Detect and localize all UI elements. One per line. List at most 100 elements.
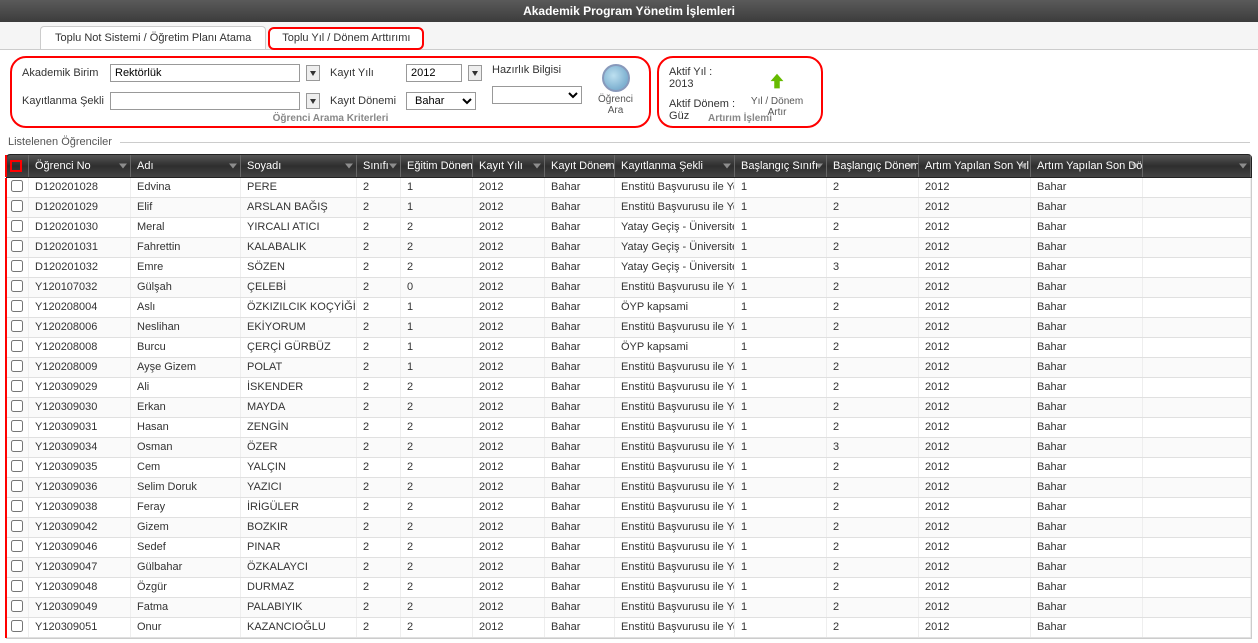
row-checkbox[interactable] (7, 258, 29, 277)
table-row[interactable]: Y120309036Selim DorukYAZICI222012BaharEn… (7, 478, 1251, 498)
cell-kayit-yili: 2012 (473, 398, 545, 417)
cell-kayit-yili: 2012 (473, 618, 545, 637)
row-checkbox[interactable] (7, 358, 29, 377)
akademik-birim-input[interactable] (110, 64, 300, 82)
table-row[interactable]: Y120208008BurcuÇERÇİ GÜRBÜZ212012BaharÖY… (7, 338, 1251, 358)
row-checkbox[interactable] (7, 438, 29, 457)
table-row[interactable]: D120201030MeralYIRCALI ATICI222012BaharY… (7, 218, 1251, 238)
table-row[interactable]: Y120309042GizemBOZKIR222012BaharEnstitü … (7, 518, 1251, 538)
table-row[interactable]: Y120309029AliİSKENDER222012BaharEnstitü … (7, 378, 1251, 398)
row-checkbox[interactable] (7, 218, 29, 237)
col-baslangic-donem[interactable]: Başlangıç Dönem (827, 155, 919, 177)
table-row[interactable]: D120201029ElifARSLAN BAĞIŞ212012BaharEns… (7, 198, 1251, 218)
table-row[interactable]: Y120309048ÖzgürDURMAZ222012BaharEnstitü … (7, 578, 1251, 598)
cell-spacer (1143, 338, 1251, 357)
cell-baslangic-donem: 3 (827, 438, 919, 457)
col-adi[interactable]: Adı (131, 155, 241, 177)
table-row[interactable]: D120201031FahrettinKALABALIK222012BaharY… (7, 238, 1251, 258)
table-row[interactable]: Y120309031HasanZENGİN222012BaharEnstitü … (7, 418, 1251, 438)
col-baslangic-sinifi[interactable]: Başlangıç Sınıfı (735, 155, 827, 177)
row-checkbox[interactable] (7, 298, 29, 317)
col-kayit-donemi[interactable]: Kayıt Dönemi (545, 155, 615, 177)
cell-sinifi: 2 (357, 318, 401, 337)
tab-toplu-yil-donem[interactable]: Toplu Yıl / Dönem Arttırımı (268, 27, 424, 50)
cell-kayitlanma-sekli: Enstitü Başvurusu ile Yerl (615, 558, 735, 577)
table-row[interactable]: D120201032EmreSÖZEN222012BaharYatay Geçi… (7, 258, 1251, 278)
row-checkbox[interactable] (7, 498, 29, 517)
row-checkbox[interactable] (7, 578, 29, 597)
cell-sinifi: 2 (357, 338, 401, 357)
row-checkbox[interactable] (7, 338, 29, 357)
cell-baslangic-donem: 2 (827, 478, 919, 497)
table-row[interactable]: Y120309035CemYALÇIN222012BaharEnstitü Ba… (7, 458, 1251, 478)
cell-artim-yil: 2012 (919, 298, 1031, 317)
table-row[interactable]: Y120309049FatmaPALABIYIK222012BaharEnsti… (7, 598, 1251, 618)
col-artim-son-donem[interactable]: Artım Yapılan Son Dön (1031, 155, 1143, 177)
row-checkbox[interactable] (7, 178, 29, 197)
row-checkbox[interactable] (7, 518, 29, 537)
row-checkbox[interactable] (7, 418, 29, 437)
row-checkbox[interactable] (7, 558, 29, 577)
row-checkbox[interactable] (7, 458, 29, 477)
cell-soyadi: ÖZER (241, 438, 357, 457)
cell-baslangic-donem: 2 (827, 318, 919, 337)
cell-egitim: 2 (401, 538, 473, 557)
row-checkbox[interactable] (7, 278, 29, 297)
kayitlanma-sekli-input[interactable] (110, 92, 300, 110)
col-kayit-yili[interactable]: Kayıt Yılı (473, 155, 545, 177)
table-row[interactable]: Y120208009Ayşe GizemPOLAT212012BaharEnst… (7, 358, 1251, 378)
table-row[interactable]: Y120208006NeslihanEKİYORUM212012BaharEns… (7, 318, 1251, 338)
row-checkbox[interactable] (7, 318, 29, 337)
col-kayitlanma-sekli[interactable]: Kayıtlanma Şekli (615, 155, 735, 177)
cell-kayit-yili: 2012 (473, 578, 545, 597)
dropdown-arrow-icon[interactable] (468, 65, 482, 81)
table-row[interactable]: Y120309051OnurKAZANCIOĞLU222012BaharEnst… (7, 618, 1251, 638)
row-checkbox[interactable] (7, 198, 29, 217)
table-row[interactable]: Y120309030ErkanMAYDA222012BaharEnstitü B… (7, 398, 1251, 418)
row-checkbox[interactable] (7, 378, 29, 397)
col-ogrenci-no[interactable]: Öğrenci No (29, 155, 131, 177)
cell-artim-donem: Bahar (1031, 318, 1143, 337)
cell-sinifi: 2 (357, 418, 401, 437)
increment-panel-title: Artırım İşlemi (708, 113, 772, 124)
select-all-checkbox[interactable] (7, 155, 29, 177)
col-artim-son-yil[interactable]: Artım Yapılan Son Yıl (919, 155, 1031, 177)
cell-spacer (1143, 398, 1251, 417)
row-checkbox[interactable] (7, 478, 29, 497)
table-row[interactable]: Y120309038FerayİRİGÜLER222012BaharEnstit… (7, 498, 1251, 518)
table-row[interactable]: Y120309047GülbaharÖZKALAYCI222012BaharEn… (7, 558, 1251, 578)
table-row[interactable]: Y120208004AslıÖZKIZILCIK KOÇYİĞİT212012B… (7, 298, 1251, 318)
hazirlik-bilgisi-select[interactable] (492, 86, 582, 104)
cell-sinifi: 2 (357, 598, 401, 617)
cell-ogrenci-no: Y120208004 (29, 298, 131, 317)
table-row[interactable]: Y120309034OsmanÖZER222012BaharEnstitü Ba… (7, 438, 1251, 458)
row-checkbox[interactable] (7, 538, 29, 557)
table-row[interactable]: Y120107032GülşahÇELEBİ202012BaharEnstitü… (7, 278, 1251, 298)
tab-toplu-not[interactable]: Toplu Not Sistemi / Öğretim Planı Atama (40, 26, 266, 49)
col-egitim-donem[interactable]: Eğitim Dönem (401, 155, 473, 177)
kayit-donemi-select[interactable]: Bahar (406, 92, 476, 110)
search-button[interactable]: Öğrenci Ara (592, 64, 639, 116)
col-sinifi[interactable]: Sınıfı (357, 155, 401, 177)
dropdown-arrow-icon[interactable] (306, 93, 320, 109)
cell-adi: Onur (131, 618, 241, 637)
row-checkbox[interactable] (7, 238, 29, 257)
table-row[interactable]: Y120309046SedefPINAR222012BaharEnstitü B… (7, 538, 1251, 558)
cell-baslangic-donem: 2 (827, 338, 919, 357)
dropdown-arrow-icon[interactable] (306, 65, 320, 81)
kayit-yili-input[interactable] (406, 64, 462, 82)
cell-artim-donem: Bahar (1031, 518, 1143, 537)
col-soyadi[interactable]: Soyadı (241, 155, 357, 177)
row-checkbox[interactable] (7, 598, 29, 617)
cell-artim-donem: Bahar (1031, 438, 1143, 457)
cell-kayit-yili: 2012 (473, 278, 545, 297)
cell-adi: Osman (131, 438, 241, 457)
criteria-panel-title: Öğrenci Arama Kriterleri (273, 113, 389, 124)
tab-label: Toplu Yıl / Dönem Arttırımı (282, 32, 410, 44)
row-checkbox[interactable] (7, 398, 29, 417)
yil-donem-artir-button[interactable]: Yıl / Dönem Artır (743, 70, 811, 118)
cell-sinifi: 2 (357, 458, 401, 477)
increment-panel: Aktif Yıl : 2013 Aktif Dönem : Güz Yıl /… (657, 56, 823, 128)
row-checkbox[interactable] (7, 618, 29, 637)
table-row[interactable]: D120201028EdvinaPERE212012BaharEnstitü B… (7, 178, 1251, 198)
